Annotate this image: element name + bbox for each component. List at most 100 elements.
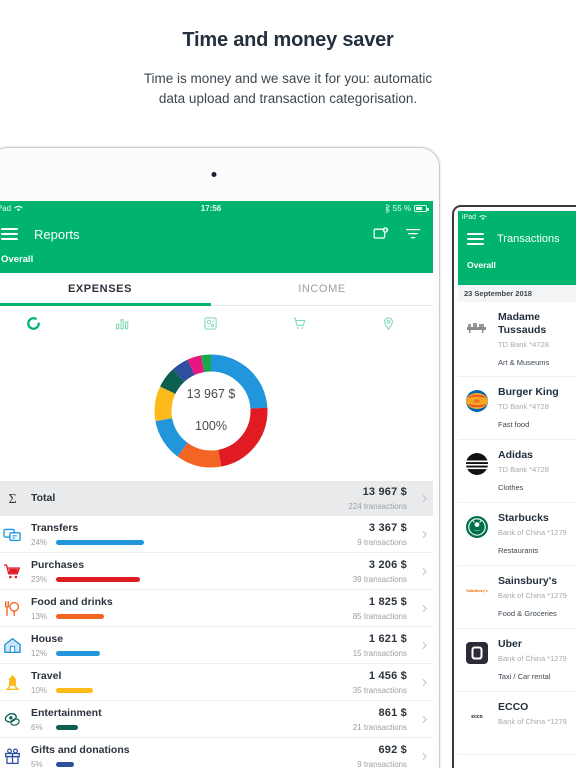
category-amount: 861 $ xyxy=(378,706,407,719)
uber-logo xyxy=(464,640,490,666)
burger-king-logo: BK xyxy=(464,388,490,414)
ecco-logo: ecco xyxy=(464,703,490,729)
total-label: Total xyxy=(31,492,56,504)
list-item[interactable]: ecco ECCO Bank of China *1279 xyxy=(458,692,576,755)
phone-app-title: Transactions xyxy=(497,233,560,245)
category-bar xyxy=(56,761,74,767)
category-label: Food & Groceries xyxy=(498,609,557,618)
sainsburys-logo: Sainsbury's xyxy=(464,577,490,603)
category-name: Transfers xyxy=(31,521,79,534)
category-label: Restaurants xyxy=(498,546,539,555)
category-percent: 10% xyxy=(31,685,48,695)
list-item[interactable]: Uber Bank of China *1279 Taxi / Car rent… xyxy=(458,629,576,692)
page-title: Time and money saver xyxy=(182,29,394,51)
view-mode-strip xyxy=(0,306,433,341)
app-bar: Reports Overall xyxy=(0,216,433,273)
list-item[interactable]: Sainsbury's Sainsbury's Bank of China *1… xyxy=(458,566,576,629)
category-name: Entertainment xyxy=(31,706,102,719)
filter-funnel-icon[interactable] xyxy=(405,226,421,242)
cart-icon xyxy=(0,563,27,580)
category-transactions: 39 transactions xyxy=(352,574,407,584)
account-label: TD Bank *4728 xyxy=(498,465,549,474)
category-transactions: 21 transactions xyxy=(352,722,407,732)
merchant-name: Burger King xyxy=(498,386,559,398)
page-subtitle: Time is money and we save it for you: au… xyxy=(143,71,433,106)
phone-status-bar: iPad xyxy=(458,211,576,224)
donut-center-labels: 13 967 $ 100% xyxy=(151,387,271,433)
battery-icon xyxy=(414,205,429,212)
transfers-icon xyxy=(0,526,27,543)
bar-chart-icon[interactable] xyxy=(78,316,167,331)
donut-chart-icon[interactable] xyxy=(0,316,78,331)
list-item[interactable]: Madame Tussauds TD Bank *4728 Art & Muse… xyxy=(458,302,576,377)
donut-total-percent: 100% xyxy=(195,419,227,433)
category-label: Fast food xyxy=(498,420,530,429)
status-time: 17:56 xyxy=(200,204,222,213)
merchant-name: Madame Tussauds xyxy=(498,311,547,336)
phone-status-device: iPad xyxy=(462,214,477,221)
merchant-name: Starbucks xyxy=(498,512,549,524)
category-list: Σ Total 13 967 $ 224 transactions Transf… xyxy=(0,481,433,768)
table-row[interactable]: Gifts and donations 5% 692 $ 9 transacti… xyxy=(0,738,433,768)
category-label: Art & Museums xyxy=(498,358,550,367)
list-item[interactable]: Adidas TD Bank *4728 Clothes xyxy=(458,440,576,503)
account-label: TD Bank *4728 xyxy=(498,340,549,349)
category-percent: 13% xyxy=(31,611,48,621)
svg-text:BK: BK xyxy=(474,399,480,404)
list-item[interactable]: Starbucks Bank of China *1279 Restaurant… xyxy=(458,503,576,566)
tab-expenses[interactable]: EXPENSES xyxy=(0,273,211,306)
table-row[interactable]: House 12% 1 621 $ 15 transactions xyxy=(0,627,433,664)
tablet-screen: iPad 17:56 55 % Report xyxy=(0,201,433,768)
phone-device: iPad Transactions Overall 23 September 2… xyxy=(452,205,576,768)
category-bar xyxy=(56,724,78,730)
category-amount: 1 456 $ xyxy=(368,669,407,682)
table-row[interactable]: Travel 10% 1 456 $ 35 transactions xyxy=(0,664,433,701)
table-row[interactable]: Transfers 24% 3 367 $ 9 transactions xyxy=(0,516,433,553)
travel-icon xyxy=(0,674,27,691)
chevron-right-icon xyxy=(422,752,427,760)
table-row[interactable]: Purchases 23% 3 206 $ 39 transactions xyxy=(0,553,433,590)
chevron-right-icon xyxy=(422,567,427,575)
wifi-icon xyxy=(479,214,487,221)
category-bar xyxy=(56,576,140,582)
donut-total-amount: 13 967 $ xyxy=(186,387,236,401)
category-name: House xyxy=(31,632,64,645)
phone-app-subtitle[interactable]: Overall xyxy=(467,260,576,270)
tab-income[interactable]: INCOME xyxy=(211,273,433,305)
export-card-icon[interactable] xyxy=(373,226,389,242)
total-transactions: 224 transactions xyxy=(348,502,407,511)
screenshot-root: Time and money saver Time is money and w… xyxy=(0,0,576,768)
category-bar xyxy=(56,613,104,619)
entertainment-icon xyxy=(0,711,27,728)
category-transactions: 85 transactions xyxy=(352,611,407,621)
bubble-chart-icon[interactable] xyxy=(167,316,256,331)
category-percent: 12% xyxy=(31,648,48,658)
map-pin-icon[interactable] xyxy=(344,316,433,331)
category-amount: 1 825 $ xyxy=(368,595,407,608)
hamburger-menu-icon[interactable] xyxy=(467,233,484,245)
house-icon xyxy=(0,637,27,654)
madame-tussauds-logo xyxy=(464,313,490,339)
merchant-name: Sainsbury's xyxy=(498,575,558,587)
category-name: Purchases xyxy=(31,558,85,571)
table-row[interactable]: Food and drinks 13% 1 825 $ 85 transacti… xyxy=(0,590,433,627)
hamburger-menu-icon[interactable] xyxy=(1,228,18,240)
total-amount: 13 967 $ xyxy=(362,486,407,498)
category-transactions: 9 transactions xyxy=(357,537,407,547)
battery-percent: 55 % xyxy=(392,204,411,213)
category-bar xyxy=(56,687,93,693)
category-amount: 1 621 $ xyxy=(368,632,407,645)
svg-text:ecco: ecco xyxy=(471,714,482,720)
category-percent: 23% xyxy=(31,574,48,584)
account-label: Bank of China *1279 xyxy=(498,654,567,663)
cart-icon[interactable] xyxy=(255,316,344,331)
category-percent: 24% xyxy=(31,537,48,547)
app-subtitle[interactable]: Overall xyxy=(1,254,421,265)
merchant-name: ECCO xyxy=(498,701,529,713)
total-row[interactable]: Σ Total 13 967 $ 224 transactions xyxy=(0,481,433,516)
expenses-donut-chart: 13 967 $ 100% xyxy=(0,341,433,481)
category-name: Gifts and donations xyxy=(31,743,130,756)
list-item[interactable]: BK Burger King TD Bank *4728 Fast food xyxy=(458,377,576,440)
account-label: Bank of China *1279 xyxy=(498,528,567,537)
table-row[interactable]: Entertainment 6% 861 $ 21 transactions xyxy=(0,701,433,738)
